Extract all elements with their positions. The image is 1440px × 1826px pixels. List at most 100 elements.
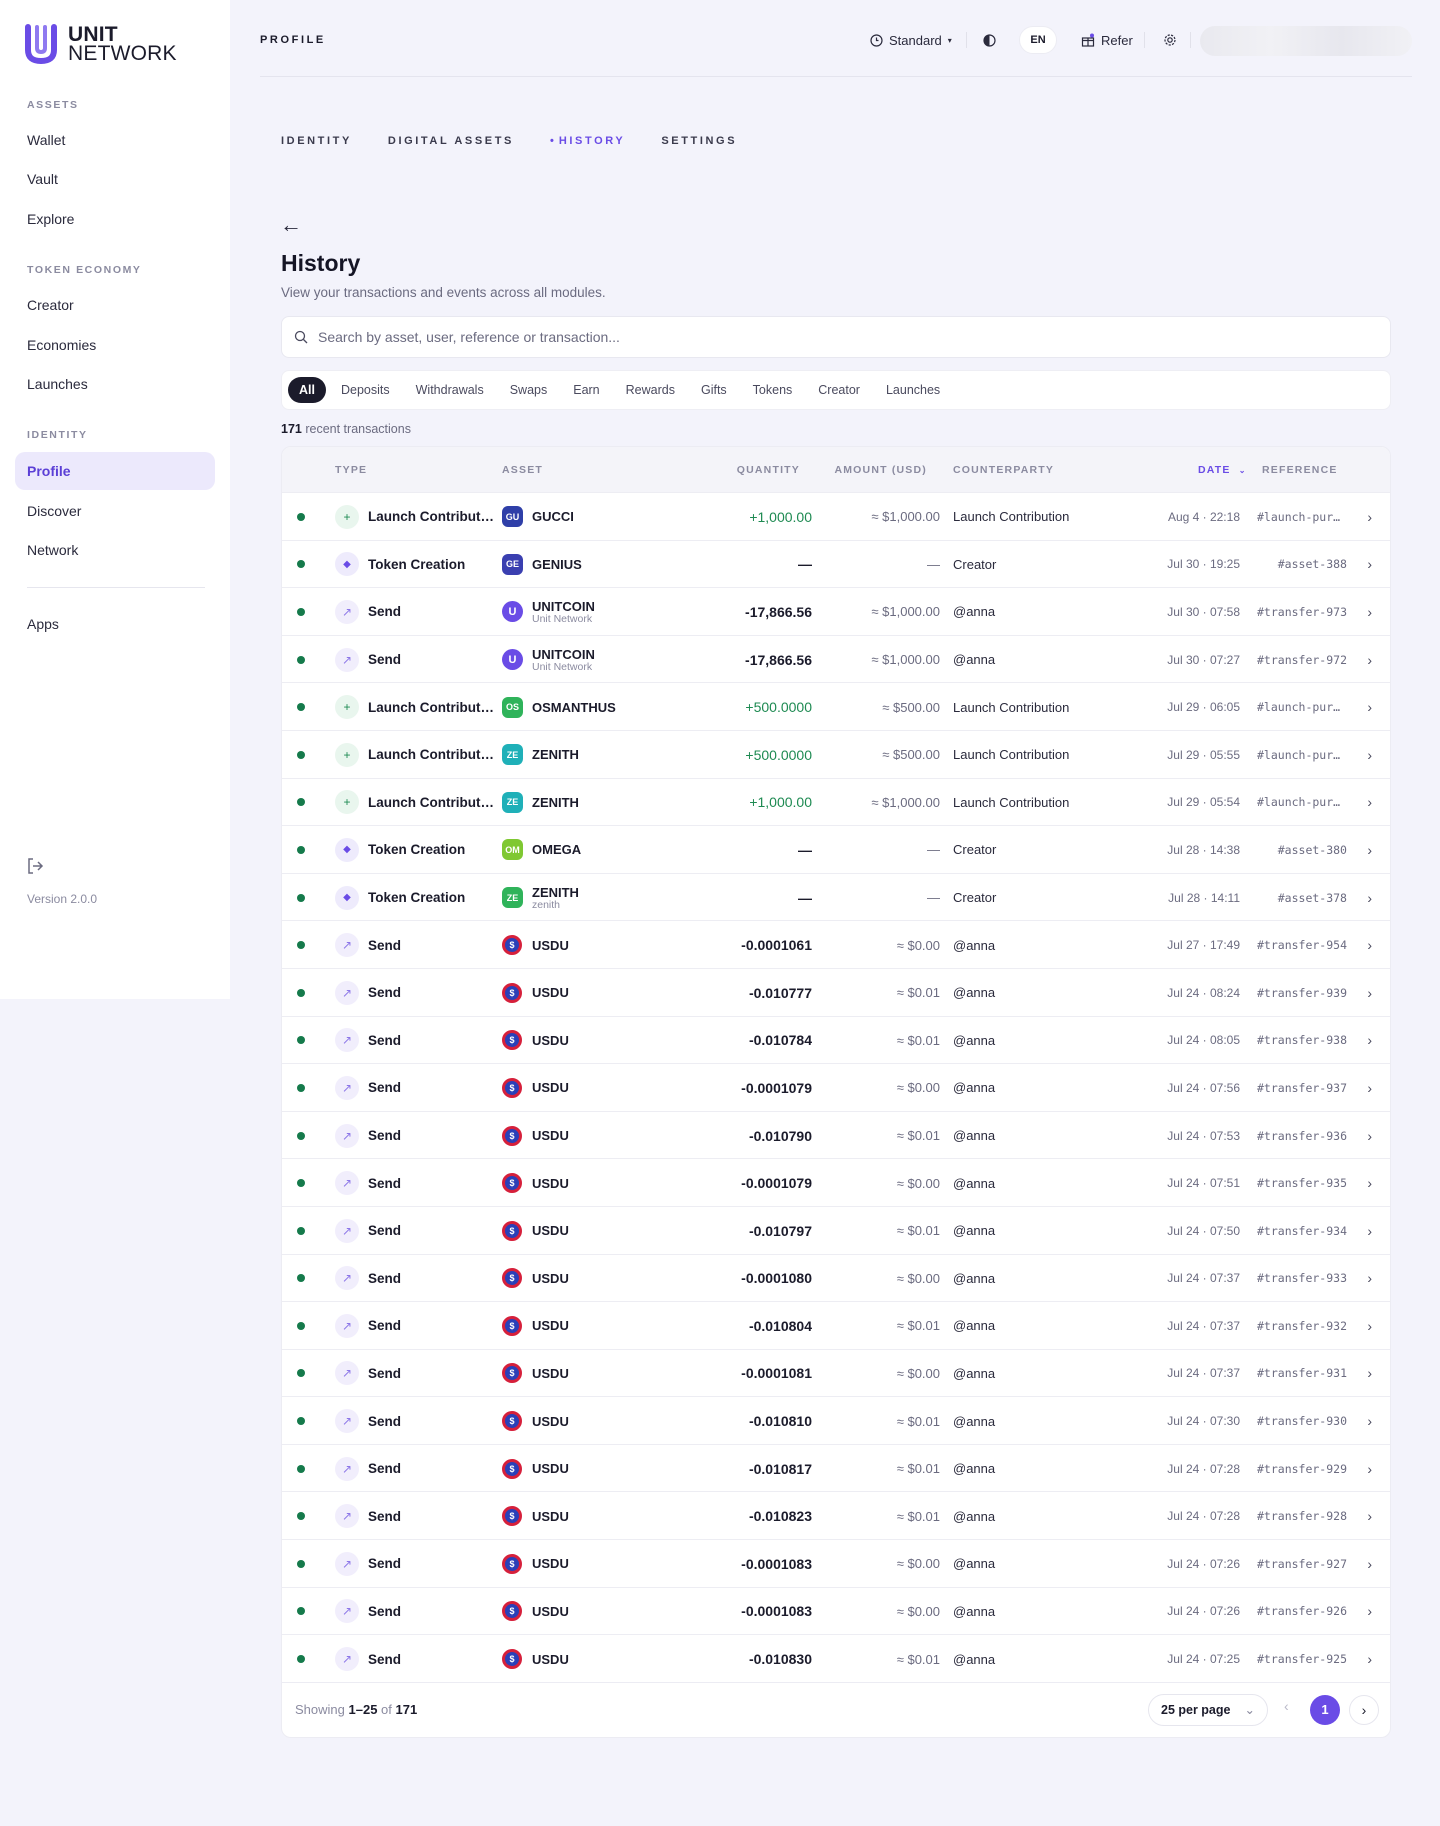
table-row[interactable]: ↗ Send $ USDU -0.0001083 ≈ $0.00 @anna Jul 24 ·… bbox=[282, 1539, 1390, 1587]
table-row[interactable]: ↗ Send $ USDU -0.010817 ≈ $0.01 @anna Jul 24 · … bbox=[282, 1443, 1390, 1493]
table-row[interactable]: ↗ Send $ USDU -0.010784 ≈ $0.01 @anna Jul 24 · … bbox=[282, 1015, 1390, 1065]
filter-tokens[interactable]: Tokens bbox=[742, 377, 804, 403]
sidebar-item-discover[interactable]: Discover bbox=[15, 492, 215, 530]
per-page-select[interactable]: 25 per page ⌄ bbox=[1148, 1693, 1268, 1726]
filter-all[interactable]: All bbox=[288, 377, 326, 403]
chevron-right-icon[interactable]: › bbox=[1367, 731, 1372, 779]
filter-creator[interactable]: Creator bbox=[807, 377, 871, 403]
chevron-right-icon[interactable]: › bbox=[1367, 874, 1372, 922]
sidebar-item-launches[interactable]: Launches bbox=[15, 365, 215, 403]
table-row[interactable]: + Launch Contribution ZE ZENITH +500.0000 ≈ $… bbox=[282, 729, 1390, 779]
table-row[interactable]: ◆ Token Creation OM OMEGA — — Creator Jul 28 · … bbox=[282, 825, 1390, 873]
column-header-reference[interactable]: REFERENCE bbox=[1262, 464, 1338, 476]
sidebar-item-explore[interactable]: Explore bbox=[15, 200, 215, 238]
table-row[interactable]: ↗ Send $ USDU -0.010823 ≈ $0.01 @anna Jul 24 · … bbox=[282, 1491, 1390, 1539]
search-input[interactable] bbox=[318, 329, 1318, 345]
column-header-counterparty[interactable]: COUNTERPARTY bbox=[953, 464, 1054, 476]
table-row[interactable]: ↗ Send U UNITCOIN Unit Network -17,866.56 ≈ $1… bbox=[282, 587, 1390, 635]
filter-launches[interactable]: Launches bbox=[875, 377, 951, 403]
previous-page-button[interactable]: ‹ bbox=[1284, 1698, 1289, 1714]
table-row[interactable]: ◆ Token Creation GE GENIUS — — Creator Jul 30 ·… bbox=[282, 539, 1390, 589]
table-row[interactable]: ↗ Send $ USDU -0.0001061 ≈ $0.00 @anna Jul 27 ·… bbox=[282, 920, 1390, 968]
table-row[interactable]: ↗ Send $ USDU -0.010777 ≈ $0.01 @anna Jul 24 · … bbox=[282, 967, 1390, 1017]
table-row[interactable]: ↗ Send $ USDU -0.010810 ≈ $0.01 @anna Jul 24 · … bbox=[282, 1396, 1390, 1444]
tab-identity[interactable]: IDENTITY bbox=[281, 135, 352, 147]
sidebar-item-economies[interactable]: Economies bbox=[15, 326, 215, 364]
settings-button[interactable] bbox=[1163, 26, 1177, 54]
chevron-right-icon[interactable]: › bbox=[1367, 493, 1372, 541]
tab-history[interactable]: HISTORY bbox=[550, 135, 625, 147]
next-page-button[interactable]: › bbox=[1349, 1694, 1379, 1725]
sidebar-item-vault[interactable]: Vault bbox=[15, 160, 215, 198]
filter-rewards[interactable]: Rewards bbox=[615, 377, 686, 403]
sidebar-item-creator[interactable]: Creator bbox=[15, 286, 215, 324]
table-row[interactable]: ↗ Send $ USDU -0.0001079 ≈ $0.00 @anna Jul 24 ·… bbox=[282, 1063, 1390, 1111]
table-row[interactable]: ↗ Send $ USDU -0.0001081 ≈ $0.00 @anna Jul 24 ·… bbox=[282, 1348, 1390, 1398]
sidebar-item-profile[interactable]: Profile bbox=[15, 452, 215, 490]
column-header-asset[interactable]: ASSET bbox=[502, 464, 543, 476]
sidebar-item-wallet[interactable]: Wallet bbox=[15, 121, 215, 159]
column-header-quantity[interactable]: QUANTITY bbox=[737, 464, 800, 476]
mode-selector[interactable]: Standard ▾ bbox=[870, 26, 952, 54]
chevron-right-icon[interactable]: › bbox=[1367, 1302, 1372, 1350]
tab-digital-assets[interactable]: DIGITAL ASSETS bbox=[388, 135, 514, 147]
chevron-right-icon[interactable]: › bbox=[1367, 683, 1372, 731]
usdu-coin-icon: $ bbox=[502, 1173, 522, 1194]
table-row[interactable]: + Launch Contribution ZE ZENITH +1,000.00 ≈ $… bbox=[282, 777, 1390, 827]
asset-name: GENIUS bbox=[532, 556, 582, 572]
chevron-right-icon[interactable]: › bbox=[1367, 1445, 1372, 1493]
chevron-right-icon[interactable]: › bbox=[1367, 541, 1372, 589]
table-row[interactable]: + Launch Contribution GU GUCCI +1,000.00 ≈ $1… bbox=[282, 492, 1390, 540]
table-row[interactable]: ↗ Send U UNITCOIN Unit Network -17,866.56 ≈ $1… bbox=[282, 634, 1390, 684]
chevron-right-icon[interactable]: › bbox=[1367, 969, 1372, 1017]
table-row[interactable]: ◆ Token Creation ZE ZENITH zenith — — Creator Ju… bbox=[282, 872, 1390, 922]
table-row[interactable]: ↗ Send $ USDU -0.010797 ≈ $0.01 @anna Jul 24 · … bbox=[282, 1205, 1390, 1255]
chevron-right-icon[interactable]: › bbox=[1367, 1540, 1372, 1588]
filter-earn[interactable]: Earn bbox=[562, 377, 610, 403]
chevron-right-icon[interactable]: › bbox=[1367, 779, 1372, 827]
account-menu[interactable] bbox=[1200, 26, 1412, 56]
theme-toggle[interactable] bbox=[983, 26, 996, 54]
filter-gifts[interactable]: Gifts bbox=[690, 377, 738, 403]
tab-settings[interactable]: SETTINGS bbox=[661, 135, 737, 147]
filter-deposits[interactable]: Deposits bbox=[330, 377, 401, 403]
usdu-coin-icon: $ bbox=[502, 1220, 522, 1241]
chevron-right-icon[interactable]: › bbox=[1367, 1112, 1372, 1160]
chevron-right-icon[interactable]: › bbox=[1367, 1255, 1372, 1303]
chevron-right-icon[interactable]: › bbox=[1367, 1588, 1372, 1636]
sidebar-item-apps[interactable]: Apps bbox=[15, 605, 215, 643]
logout-icon[interactable] bbox=[26, 857, 44, 875]
chevron-right-icon[interactable]: › bbox=[1367, 1492, 1372, 1540]
quantity: -0.010804 bbox=[748, 1317, 812, 1334]
chevron-right-icon[interactable]: › bbox=[1367, 636, 1372, 684]
chevron-right-icon[interactable]: › bbox=[1367, 1017, 1372, 1065]
chevron-right-icon[interactable]: › bbox=[1367, 1350, 1372, 1398]
chevron-right-icon[interactable]: › bbox=[1367, 921, 1372, 969]
table-row[interactable]: ↗ Send $ USDU -0.0001080 ≈ $0.00 @anna Jul 24 ·… bbox=[282, 1253, 1390, 1303]
table-row[interactable]: ↗ Send $ USDU -0.010830 ≈ $0.01 @anna Jul 24 · … bbox=[282, 1634, 1390, 1682]
filter-withdrawals[interactable]: Withdrawals bbox=[405, 377, 495, 403]
column-header-date[interactable]: DATE ⌄ bbox=[1198, 464, 1247, 476]
chevron-right-icon[interactable]: › bbox=[1367, 1635, 1372, 1683]
chevron-right-icon[interactable]: › bbox=[1367, 826, 1372, 874]
current-page-button[interactable]: 1 bbox=[1310, 1694, 1340, 1725]
refer-button[interactable]: Refer bbox=[1081, 26, 1133, 54]
table-row[interactable]: ↗ Send $ USDU -0.010804 ≈ $0.01 @anna Jul 24 · … bbox=[282, 1301, 1390, 1349]
table-row[interactable]: + Launch Contribution OS OSMANTHUS +500.0000… bbox=[282, 682, 1390, 730]
sidebar-item-network[interactable]: Network bbox=[15, 531, 215, 569]
table-row[interactable]: ↗ Send $ USDU -0.010790 ≈ $0.01 @anna Jul 24 · … bbox=[282, 1110, 1390, 1160]
table-row[interactable]: ↗ Send $ USDU -0.0001079 ≈ $0.00 @anna Jul 24 ·… bbox=[282, 1158, 1390, 1206]
brand-logo[interactable]: UNIT NETWORK bbox=[24, 24, 177, 64]
asset-name: UNITCOIN Unit Network bbox=[532, 646, 595, 673]
back-button[interactable]: ← bbox=[280, 212, 302, 238]
filter-swaps[interactable]: Swaps bbox=[499, 377, 559, 403]
chevron-right-icon[interactable]: › bbox=[1367, 1064, 1372, 1112]
language-selector[interactable]: EN bbox=[1019, 26, 1057, 54]
chevron-right-icon[interactable]: › bbox=[1367, 588, 1372, 636]
chevron-right-icon[interactable]: › bbox=[1367, 1207, 1372, 1255]
column-header-type[interactable]: TYPE bbox=[335, 464, 367, 476]
chevron-right-icon[interactable]: › bbox=[1367, 1159, 1372, 1207]
table-row[interactable]: ↗ Send $ USDU -0.0001083 ≈ $0.00 @anna Jul 24 ·… bbox=[282, 1586, 1390, 1636]
column-header-amount[interactable]: AMOUNT (USD) bbox=[834, 464, 927, 476]
chevron-right-icon[interactable]: › bbox=[1367, 1397, 1372, 1445]
